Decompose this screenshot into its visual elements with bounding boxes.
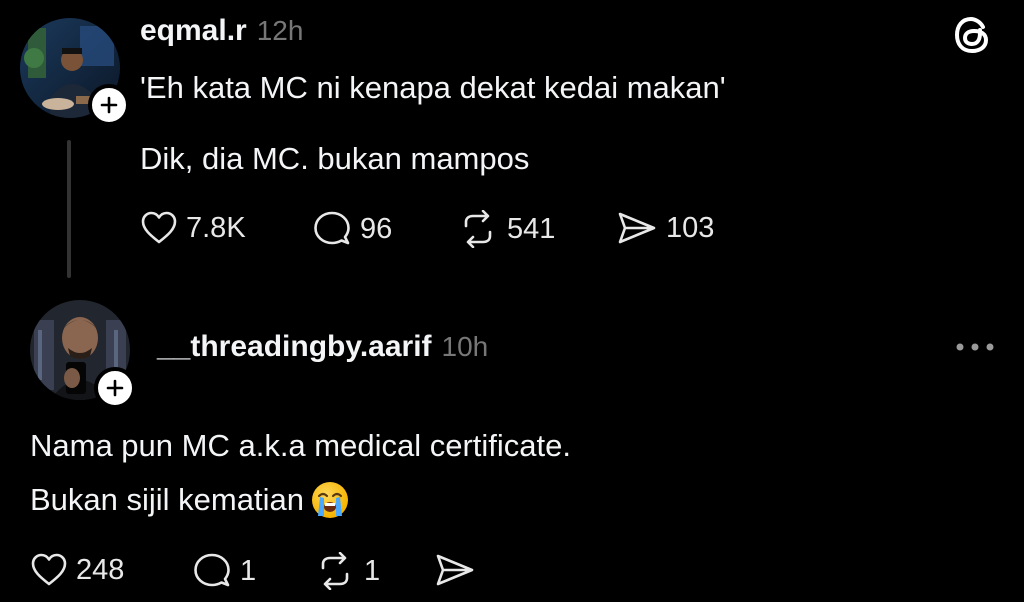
send-icon xyxy=(436,554,474,586)
repost-button[interactable]: 541 xyxy=(457,210,555,248)
comment-bubble-icon xyxy=(194,553,230,587)
comment-button[interactable]: 96 xyxy=(312,210,392,248)
like-count: 7.8K xyxy=(186,211,246,244)
repost-icon xyxy=(321,552,349,590)
thread-connector-line xyxy=(67,140,71,278)
timestamp: 10h xyxy=(441,331,489,362)
heart-icon xyxy=(31,553,67,586)
follow-button-eqmal[interactable] xyxy=(88,84,130,126)
plus-icon xyxy=(100,96,118,114)
timestamp: 12h xyxy=(256,15,304,46)
repost-button[interactable]: 1 xyxy=(314,552,380,590)
like-button[interactable]: 248 xyxy=(30,552,124,588)
like-count: 248 xyxy=(76,553,125,586)
share-button[interactable] xyxy=(434,552,476,588)
loudly-crying-face-emoji xyxy=(311,482,348,518)
comment-count: 1 xyxy=(240,554,257,587)
threads-logo-icon[interactable] xyxy=(952,14,994,61)
send-icon xyxy=(618,212,656,244)
share-count: 103 xyxy=(666,211,715,244)
post-text-line-2: Bukan sijil kematian xyxy=(30,482,304,517)
more-options-button[interactable] xyxy=(954,340,996,359)
comment-button[interactable]: 1 xyxy=(192,552,256,590)
follow-button-aarif[interactable] xyxy=(94,367,136,409)
repost-count: 1 xyxy=(364,554,381,587)
post-text-line-1: Nama pun MC a.k.a medical certificate. xyxy=(30,428,571,463)
post-text-line-2: Dik, dia MC. bukan mampos xyxy=(140,141,530,176)
heart-icon xyxy=(141,211,177,244)
repost-icon xyxy=(464,210,492,248)
like-button[interactable]: 7.8K xyxy=(140,210,246,246)
comment-bubble-icon xyxy=(314,211,350,245)
username[interactable]: __threadingby.aarif xyxy=(157,330,432,364)
comment-count: 96 xyxy=(360,212,393,245)
username[interactable]: eqmal.r xyxy=(140,14,247,48)
plus-icon xyxy=(106,379,124,397)
more-dots-icon xyxy=(956,343,994,351)
post-text-line-1: 'Eh kata MC ni kenapa dekat kedai makan' xyxy=(140,70,726,105)
repost-count: 541 xyxy=(507,212,556,245)
share-button[interactable]: 103 xyxy=(616,210,714,246)
